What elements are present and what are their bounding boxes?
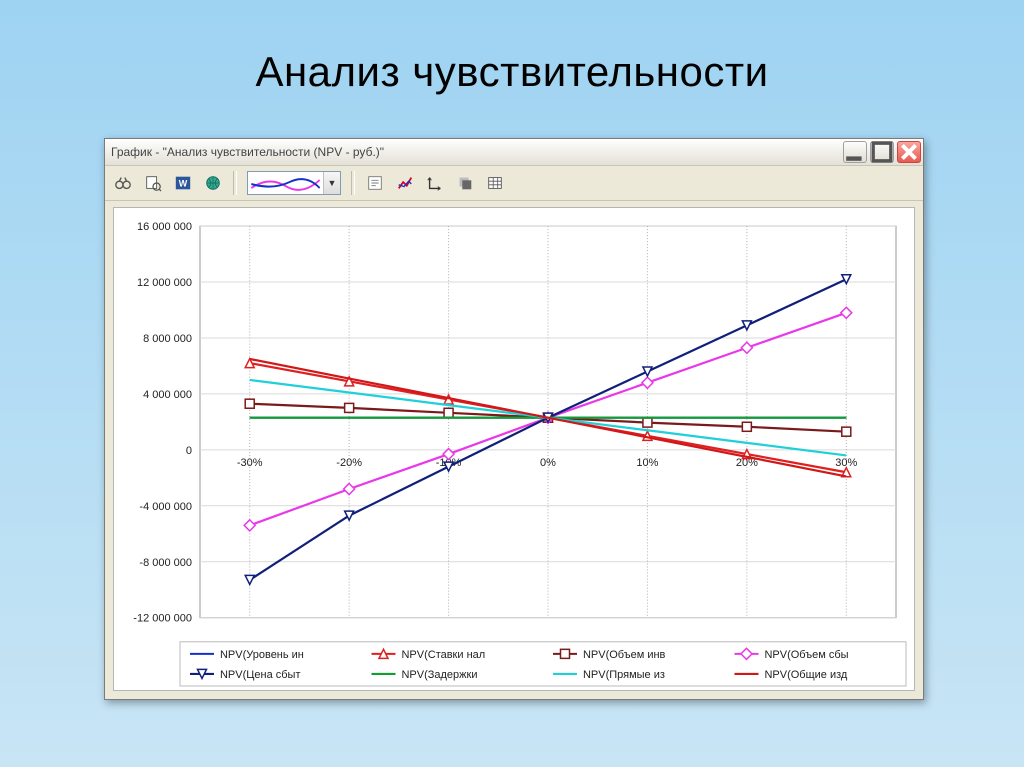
window-title: График - "Анализ чувствительности (NPV -… [111,145,843,159]
svg-text:0%: 0% [540,457,556,469]
close-button[interactable] [897,141,921,163]
svg-text:W: W [179,179,188,189]
toolbar-separator [351,171,355,195]
properties-icon[interactable] [365,173,385,193]
svg-text:NPV(Ставки нал: NPV(Ставки нал [402,649,486,661]
svg-text:16 000 000: 16 000 000 [137,221,192,233]
word-icon[interactable]: W [173,173,193,193]
globe-icon[interactable] [203,173,223,193]
svg-text:-20%: -20% [336,457,362,469]
plot-area: -12 000 000 -8 000 000 -4 000 000 0 4 000 00… [113,207,915,691]
svg-text:NPV(Объем сбы: NPV(Объем сбы [765,649,849,661]
svg-text:-30%: -30% [237,457,263,469]
minimize-button[interactable] [843,141,867,163]
svg-text:10%: 10% [636,457,658,469]
binoculars-icon[interactable] [113,173,133,193]
svg-text:0: 0 [186,445,192,457]
chevron-down-icon: ▼ [323,172,340,194]
print-preview-icon[interactable] [143,173,163,193]
svg-text:8 000 000: 8 000 000 [143,333,192,345]
svg-text:NPV(Объем инв: NPV(Объем инв [583,649,666,661]
line-style-dropdown[interactable]: ▼ [247,171,341,195]
svg-text:NPV(Задержки: NPV(Задержки [402,669,478,681]
sensitivity-chart: -12 000 000 -8 000 000 -4 000 000 0 4 000 00… [114,208,914,690]
axes-icon[interactable] [425,173,445,193]
svg-text:NPV(Общие изд: NPV(Общие изд [765,669,848,681]
shadow-icon[interactable] [455,173,475,193]
svg-text:4 000 000: 4 000 000 [143,389,192,401]
maximize-button[interactable] [870,141,894,163]
trend-icon[interactable] [395,173,415,193]
svg-text:NPV(Уровень ин: NPV(Уровень ин [220,649,304,661]
toolbar: W ▼ [105,166,923,201]
titlebar: График - "Анализ чувствительности (NPV -… [105,139,923,166]
svg-text:-4 000 000: -4 000 000 [139,501,192,513]
grid-table-icon[interactable] [485,173,505,193]
chart-window: График - "Анализ чувствительности (NPV -… [104,138,924,700]
svg-text:12 000 000: 12 000 000 [137,277,192,289]
svg-text:NPV(Цена сбыт: NPV(Цена сбыт [220,669,300,681]
slide-title: Анализ чувствительности [0,0,1024,120]
toolbar-separator [233,171,237,195]
svg-text:NPV(Прямые из: NPV(Прямые из [583,669,665,681]
svg-text:-8 000 000: -8 000 000 [139,557,192,569]
svg-text:-12 000 000: -12 000 000 [133,613,192,625]
